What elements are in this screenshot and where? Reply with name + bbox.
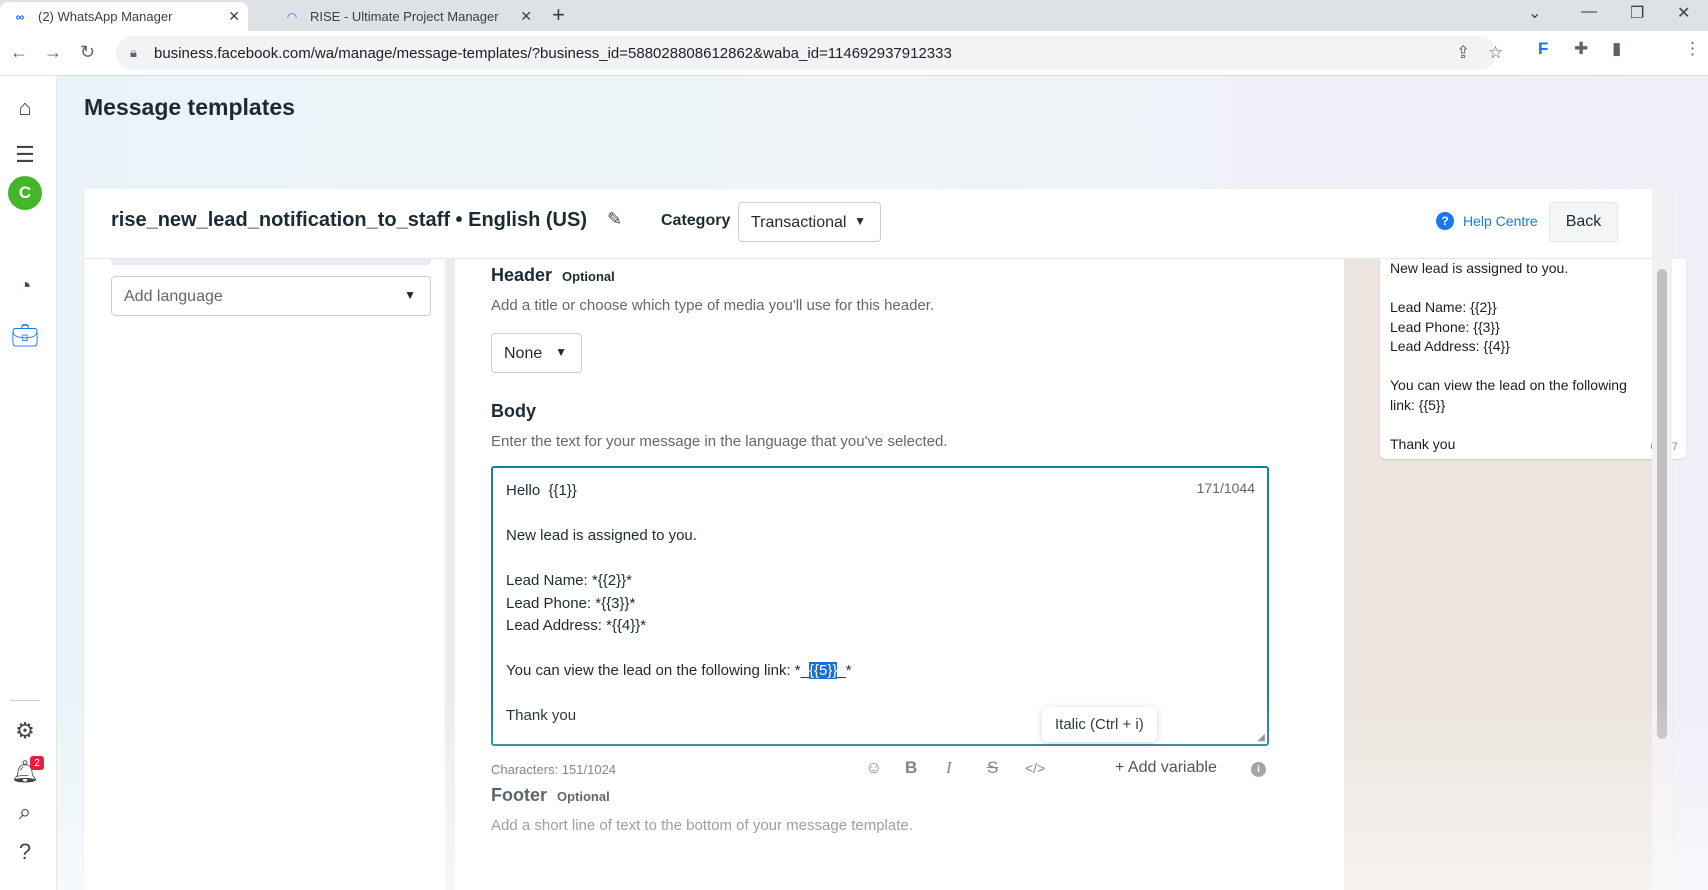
- question-icon: ?: [1436, 212, 1454, 230]
- briefcase-icon[interactable]: 💼︎: [10, 321, 40, 351]
- italic-icon[interactable]: I: [946, 758, 952, 778]
- category-select[interactable]: Transactional ▼: [738, 202, 881, 242]
- new-tab-icon[interactable]: +: [552, 4, 565, 26]
- reload-icon[interactable]: ↻: [80, 42, 95, 63]
- minimize-icon[interactable]: —: [1581, 3, 1597, 21]
- body-section-title: Body: [491, 401, 536, 421]
- body-text-selection: {{5}}: [808, 662, 838, 679]
- template-name: rise_new_lead_notification_to_staff • En…: [111, 209, 587, 231]
- side-rail: ⌂ ☰ C ◔ 💼︎ ⚙ 🔔︎ 2 ⌕ ?: [0, 76, 57, 890]
- dashboard-gauge-icon[interactable]: ◔: [10, 271, 40, 301]
- optional-label: Optional: [557, 789, 610, 804]
- characters-count: Characters: 151/1024: [491, 762, 617, 777]
- rail-divider: [10, 700, 40, 701]
- home-icon[interactable]: ⌂: [10, 93, 40, 123]
- share-icon[interactable]: ⇪: [1456, 43, 1470, 63]
- footer-title: Footer: [491, 785, 547, 805]
- tab-search-icon[interactable]: ⌄: [1528, 3, 1541, 23]
- url-field[interactable]: 🔒︎ business.facebook.com/wa/manage/messa…: [116, 36, 1503, 70]
- add-language-placeholder: Add language: [124, 288, 223, 305]
- template-header: rise_new_lead_notification_to_staff • En…: [84, 189, 1672, 259]
- search-icon[interactable]: ⌕: [10, 797, 40, 827]
- body-textarea[interactable]: Hello {{1}} New lead is assigned to you.…: [491, 466, 1269, 746]
- avatar[interactable]: C: [8, 176, 42, 210]
- add-variable-label: Add variable: [1127, 759, 1217, 776]
- bubble-text: New lead is assigned to you. Lead Name: …: [1390, 260, 1627, 452]
- puzzle-icon[interactable]: ✚: [1574, 39, 1588, 59]
- forward-arrow-icon[interactable]: →: [44, 42, 62, 63]
- back-arrow-icon[interactable]: ←: [10, 42, 28, 63]
- page-scrollbar[interactable]: [1652, 189, 1672, 890]
- format-toolbar: Characters: 151/1024 ☺ B I S </> + Add v…: [491, 755, 1269, 785]
- help-centre-label: Help Centre: [1463, 213, 1538, 229]
- page: ⌂ ☰ C ◔ 💼︎ ⚙ 🔔︎ 2 ⌕ ? Message templates …: [0, 76, 1708, 890]
- header-type-value: None: [504, 345, 543, 362]
- lock-icon: 🔒︎: [130, 45, 137, 60]
- edit-pencil-icon[interactable]: ✎: [607, 209, 622, 230]
- scrollbar-thumb[interactable]: [1657, 269, 1667, 739]
- browser-tab-bar: ∞ (2) WhatsApp Manager ✕ ◠ RISE - Ultima…: [0, 0, 1708, 31]
- caret-down-icon: ▼: [555, 345, 567, 359]
- close-tab-icon[interactable]: ✕: [228, 8, 240, 25]
- address-bar: ← → ↻ 🔒︎ business.facebook.com/wa/manage…: [0, 31, 1708, 76]
- header-title: Header: [491, 265, 553, 285]
- emoji-icon[interactable]: ☺: [865, 758, 882, 778]
- close-tab-icon[interactable]: ✕: [520, 8, 532, 25]
- meta-icon: ∞: [15, 9, 25, 24]
- category-value: Transactional: [751, 214, 847, 231]
- notification-badge: 2: [30, 756, 44, 770]
- header-type-select[interactable]: None ▼: [491, 333, 582, 373]
- message-preview: New lead is assigned to you. Lead Name: …: [1344, 259, 1686, 890]
- body-text-before: Hello {{1}} New lead is assigned to you.…: [506, 482, 809, 679]
- italic-tooltip: Italic (Ctrl + i): [1042, 707, 1157, 742]
- category-label: Category: [661, 212, 731, 229]
- message-bubble: New lead is assigned to you. Lead Name: …: [1380, 259, 1686, 459]
- header-description: Add a title or choose which type of medi…: [491, 297, 935, 314]
- footer-description: Add a short line of text to the bottom o…: [491, 817, 913, 834]
- body-counter: 171/1044: [1196, 480, 1255, 496]
- strikethrough-icon[interactable]: S: [987, 758, 998, 778]
- add-language-select[interactable]: Add language ▼: [111, 276, 431, 316]
- tab-whatsapp-manager[interactable]: ∞ (2) WhatsApp Manager ✕: [0, 2, 248, 31]
- header-section-title: Header Optional: [491, 265, 615, 286]
- bold-icon[interactable]: B: [905, 758, 917, 778]
- body-text: Hello {{1}} New lead is assigned to you.…: [506, 480, 852, 728]
- bookmark-star-icon[interactable]: ☆: [1488, 43, 1503, 63]
- template-editor-card: rise_new_lead_notification_to_staff • En…: [84, 189, 1686, 890]
- back-button[interactable]: Back: [1549, 202, 1618, 242]
- code-icon[interactable]: </>: [1025, 760, 1045, 776]
- add-variable-button[interactable]: + Add variable: [1115, 759, 1217, 777]
- language-item[interactable]: [111, 259, 431, 265]
- side-panel-icon[interactable]: ▮: [1612, 39, 1621, 59]
- restore-icon[interactable]: ❐: [1630, 3, 1644, 23]
- extension-icon[interactable]: F: [1538, 39, 1548, 59]
- info-icon[interactable]: i: [1251, 762, 1266, 777]
- menu-icon[interactable]: ☰: [10, 140, 40, 170]
- url-text: business.facebook.com/wa/manage/message-…: [154, 45, 952, 62]
- caret-down-icon: ▼: [404, 288, 416, 302]
- rise-icon: ◠: [286, 9, 298, 24]
- language-column: Add language ▼: [84, 259, 445, 890]
- tab-title: (2) WhatsApp Manager: [38, 9, 173, 24]
- resize-handle-icon[interactable]: ◢: [1257, 732, 1265, 743]
- help-icon[interactable]: ?: [10, 837, 40, 867]
- optional-label: Optional: [562, 269, 615, 284]
- settings-gear-icon[interactable]: ⚙: [10, 716, 40, 746]
- footer-section-title: Footer Optional: [491, 785, 610, 806]
- caret-down-icon: ▼: [854, 214, 866, 228]
- kebab-menu-icon[interactable]: ⋮: [1684, 39, 1701, 59]
- close-window-icon[interactable]: ✕: [1677, 3, 1690, 23]
- body-description: Enter the text for your message in the l…: [491, 433, 948, 450]
- tab-title: RISE - Ultimate Project Manager: [310, 9, 499, 24]
- help-centre-link[interactable]: ? Help Centre: [1436, 212, 1538, 230]
- column-divider: [445, 259, 455, 890]
- tab-rise[interactable]: ◠ RISE - Ultimate Project Manager ✕: [272, 2, 540, 31]
- page-title: Message templates: [84, 94, 295, 120]
- content-editor: Header Optional Add a title or choose whi…: [455, 259, 1344, 890]
